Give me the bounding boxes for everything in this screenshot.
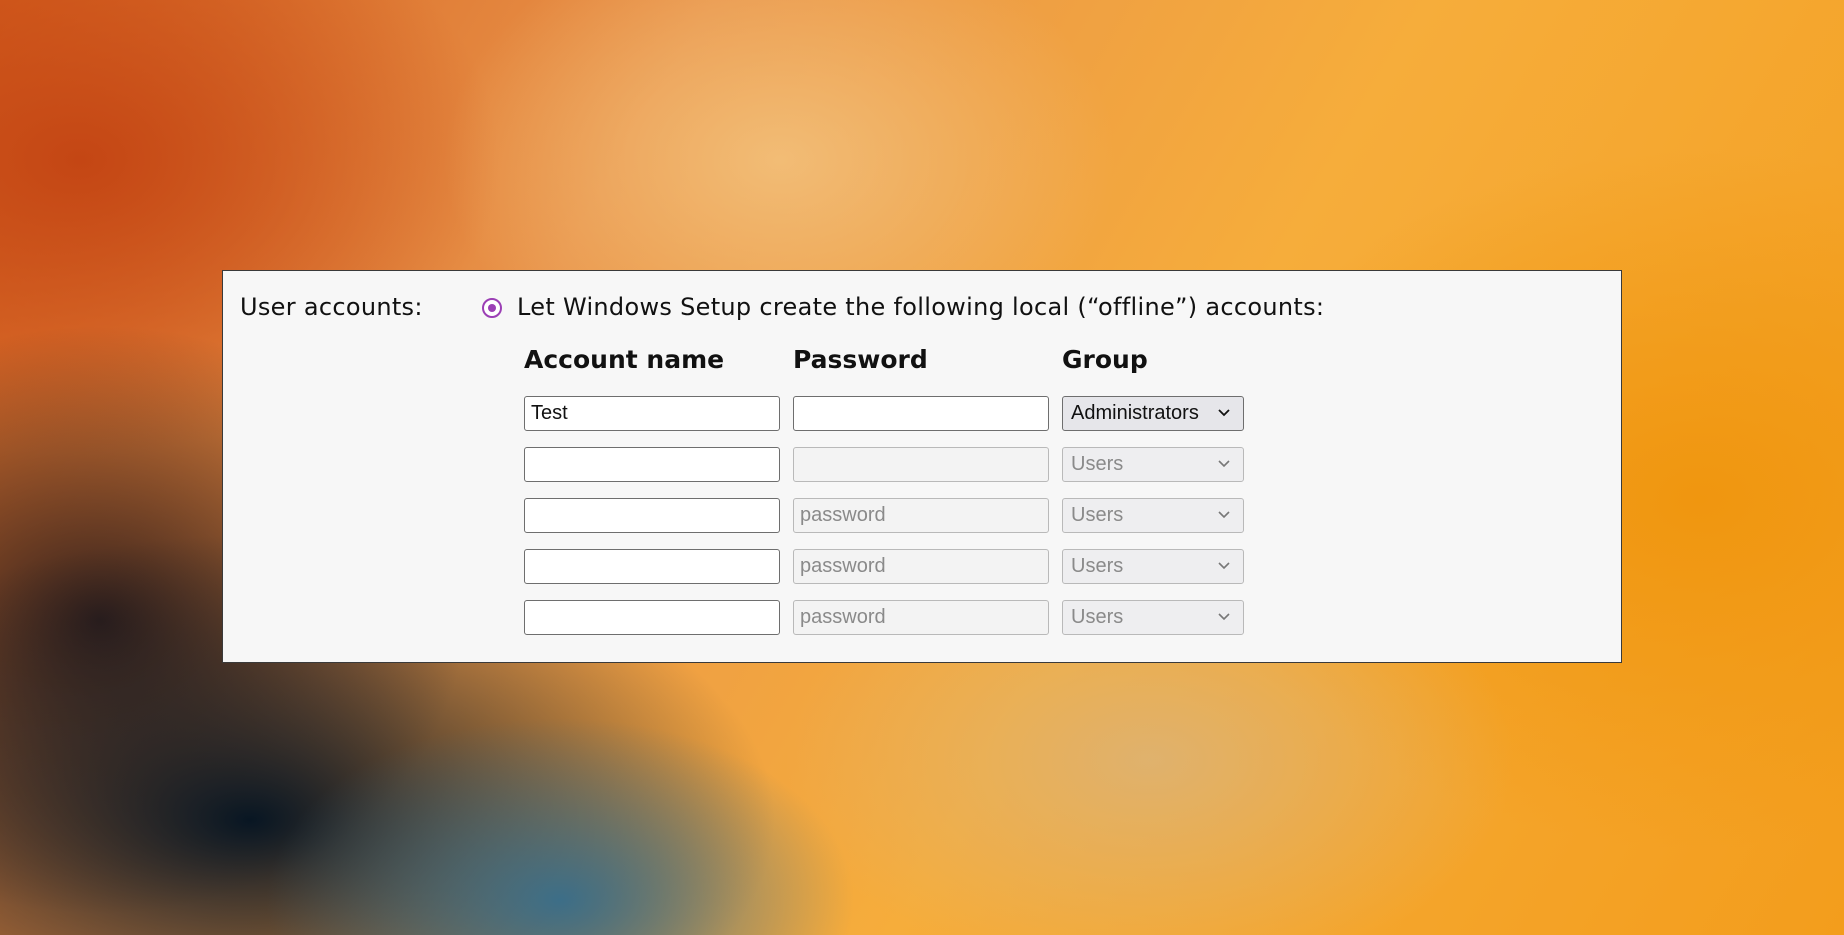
chevron-down-icon [1218, 613, 1230, 621]
group-select-1[interactable]: Administrators [1062, 396, 1244, 431]
radio-selected-icon [488, 304, 496, 312]
user-accounts-label: User accounts: [240, 293, 423, 321]
chevron-down-icon [1218, 460, 1230, 468]
group-select-value-1: Administrators [1071, 402, 1199, 424]
account-name-header: Account name [524, 345, 725, 374]
group-select-value-3: Users [1071, 504, 1124, 526]
create-local-accounts-label[interactable]: Let Windows Setup create the following l… [517, 293, 1324, 321]
group-select-4[interactable]: Users [1062, 549, 1244, 584]
account-name-input-4[interactable] [524, 549, 780, 584]
password-input-2[interactable] [793, 447, 1049, 482]
group-header: Group [1062, 345, 1148, 374]
password-input-3[interactable] [793, 498, 1049, 533]
password-input-1[interactable] [793, 396, 1049, 431]
chevron-down-icon [1218, 409, 1230, 417]
account-name-input-1[interactable] [524, 396, 780, 431]
group-select-value-2: Users [1071, 453, 1124, 475]
group-select-value-5: Users [1071, 606, 1124, 628]
group-select-5[interactable]: Users [1062, 600, 1244, 635]
account-name-input-5[interactable] [524, 600, 780, 635]
password-input-4[interactable] [793, 549, 1049, 584]
password-input-5[interactable] [793, 600, 1049, 635]
group-select-3[interactable]: Users [1062, 498, 1244, 533]
user-accounts-panel: User accounts: Let Windows Setup create … [222, 270, 1622, 663]
account-name-input-2[interactable] [524, 447, 780, 482]
create-local-accounts-radio[interactable] [482, 298, 502, 318]
group-select-2[interactable]: Users [1062, 447, 1244, 482]
password-header: Password [793, 345, 928, 374]
account-name-input-3[interactable] [524, 498, 780, 533]
chevron-down-icon [1218, 562, 1230, 570]
chevron-down-icon [1218, 511, 1230, 519]
group-select-value-4: Users [1071, 555, 1124, 577]
